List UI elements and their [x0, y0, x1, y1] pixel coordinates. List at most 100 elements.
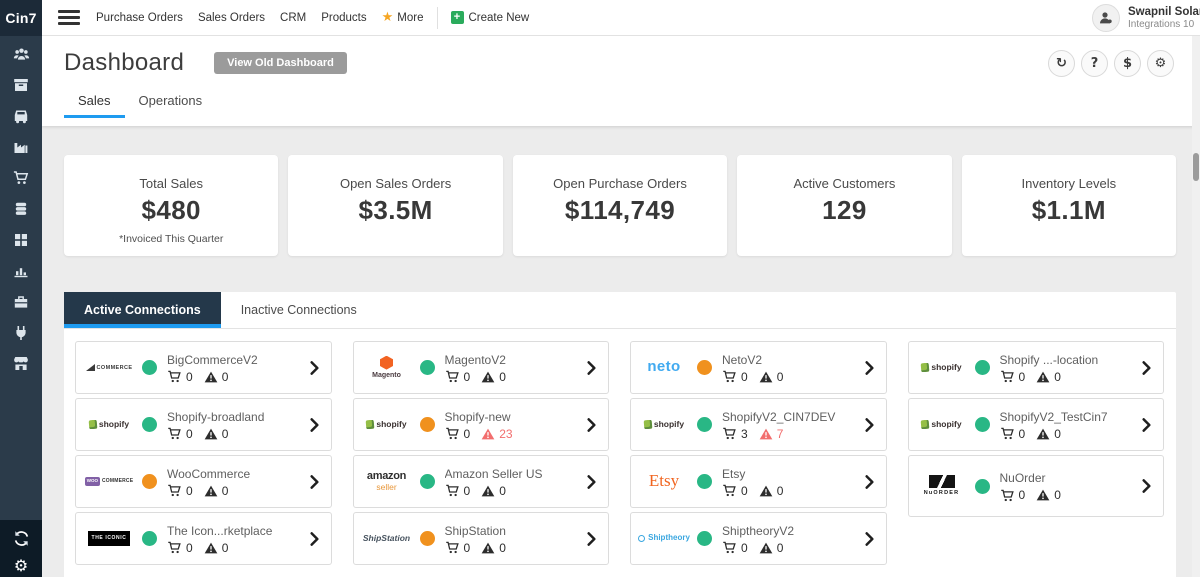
connection-card[interactable]: amazon seller Amazon Seller US 0 0	[353, 455, 610, 508]
refresh-icon: ↻	[1056, 56, 1067, 71]
user-menu[interactable]: Swapnil Solank Integrations 10	[1092, 0, 1200, 35]
kpi-label: Total Sales	[139, 176, 203, 191]
billing-button[interactable]: $	[1114, 50, 1141, 77]
sidebar: Cin7 ⚙	[0, 0, 42, 577]
sidebar-item-contacts[interactable]	[0, 39, 42, 69]
create-new-label: Create New	[469, 12, 530, 24]
status-dot	[697, 474, 712, 489]
header-actions: ↻ ? $ ⚙	[1048, 50, 1174, 77]
connection-name: MagentoV2	[445, 353, 582, 367]
cart-count: 0	[741, 484, 748, 498]
view-old-dashboard-button[interactable]: View Old Dashboard	[214, 52, 347, 74]
status-dot	[420, 474, 435, 489]
help-button[interactable]: ?	[1081, 50, 1108, 77]
connection-card[interactable]: COMMERCE BigCommerceV2 0 0	[75, 341, 332, 394]
tab-inactive-connections[interactable]: Inactive Connections	[221, 292, 377, 328]
chevron-right-icon	[1142, 418, 1151, 432]
connection-card[interactable]: WOO COMMERCE WooCommerce 0 0	[75, 455, 332, 508]
nav-purchase-orders[interactable]: Purchase Orders	[96, 12, 183, 24]
nav-crm[interactable]: CRM	[280, 12, 306, 24]
connection-name: The Icon...rketplace	[167, 524, 304, 538]
chevron-right-icon	[587, 475, 596, 489]
connections-panel: Active Connections Inactive Connections …	[64, 292, 1176, 577]
cart-count: 0	[186, 541, 193, 555]
brand-logo: WOO COMMERCE	[80, 477, 138, 487]
connection-name: ShipStation	[445, 524, 582, 538]
warning-icon	[1036, 428, 1050, 440]
warning-icon	[759, 542, 773, 554]
cart-count: 3	[741, 427, 748, 441]
connection-card[interactable]: Etsy Etsy 0 0	[630, 455, 887, 508]
cart-count: 0	[1019, 370, 1026, 384]
plug-icon	[13, 325, 29, 341]
warning-icon	[481, 485, 495, 497]
connection-name: Amazon Seller US	[445, 467, 582, 481]
sidebar-item-stock[interactable]	[0, 225, 42, 255]
sidebar-item-sales[interactable]	[0, 163, 42, 193]
chevron-right-icon	[310, 532, 319, 546]
alert-count: 0	[1054, 488, 1061, 502]
sidebar-item-sync[interactable]	[13, 527, 30, 549]
connection-card[interactable]: shopify Shopify-broadland 0 0	[75, 398, 332, 451]
connection-card[interactable]: shopify ShopifyV2_CIN7DEV 3 7	[630, 398, 887, 451]
tab-active-connections[interactable]: Active Connections	[64, 292, 221, 328]
refresh-button[interactable]: ↻	[1048, 50, 1075, 77]
sidebar-item-store[interactable]	[0, 349, 42, 379]
connections-grid: COMMERCE BigCommerceV2 0 0 Magento	[64, 329, 1176, 573]
connection-name: NuOrder	[1000, 471, 1137, 485]
sidebar-item-integrations[interactable]	[0, 318, 42, 348]
tab-sales[interactable]: Sales	[64, 87, 125, 118]
sidebar-item-production[interactable]	[0, 132, 42, 162]
scrollbar[interactable]	[1192, 36, 1200, 577]
connection-card[interactable]: Magento MagentoV2 0 0	[353, 341, 610, 394]
connection-name: ShopifyV2_CIN7DEV	[722, 410, 859, 424]
menu-icon[interactable]	[58, 10, 80, 25]
scrollbar-thumb[interactable]	[1193, 153, 1199, 181]
connection-card[interactable]: NuORDER NuOrder 0 0	[908, 455, 1165, 517]
connection-card[interactable]: shopify Shopify-new 0 23	[353, 398, 610, 451]
alert-count: 0	[499, 484, 506, 498]
brand-logo: shopify	[635, 420, 693, 429]
create-new-button[interactable]: + Create New	[451, 11, 530, 24]
warning-icon	[759, 485, 773, 497]
tab-operations[interactable]: Operations	[125, 87, 217, 118]
connection-name: NetoV2	[722, 353, 859, 367]
top-navbar: Purchase Orders Sales Orders CRM Product…	[42, 0, 1200, 36]
nav-sales-orders[interactable]: Sales Orders	[198, 12, 265, 24]
chevron-right-icon	[310, 418, 319, 432]
sidebar-item-reports[interactable]	[0, 256, 42, 286]
cart-icon	[445, 370, 460, 383]
chevron-right-icon	[865, 418, 874, 432]
cart-icon	[13, 170, 29, 186]
avatar[interactable]	[1092, 4, 1120, 32]
sidebar-item-jobs[interactable]	[0, 287, 42, 317]
connection-card[interactable]: THE ICONIC The Icon...rketplace 0 0	[75, 512, 332, 565]
sidebar-item-shipping[interactable]	[0, 101, 42, 131]
connection-name: BigCommerceV2	[167, 353, 304, 367]
connection-card[interactable]: ShipStation ShipStation 0 0	[353, 512, 610, 565]
connection-card[interactable]: Shiptheory ShiptheoryV2 0 0	[630, 512, 887, 565]
warning-icon	[759, 428, 773, 440]
connection-card[interactable]: neto NetoV2 0 0	[630, 341, 887, 394]
app-logo[interactable]: Cin7	[0, 0, 42, 36]
brand-logo: shopify	[80, 420, 138, 429]
connection-card[interactable]: shopify Shopify ...-location 0 0	[908, 341, 1165, 394]
chevron-right-icon	[1142, 479, 1151, 493]
kpi-value: $3.5M	[358, 195, 432, 226]
sync-icon	[13, 530, 30, 547]
status-dot	[975, 417, 990, 432]
chevron-right-icon	[865, 475, 874, 489]
nav-products[interactable]: Products	[321, 12, 366, 24]
status-dot	[142, 474, 157, 489]
sidebar-item-settings[interactable]: ⚙	[14, 555, 28, 577]
connection-card[interactable]: shopify ShopifyV2_TestCin7 0 0	[908, 398, 1165, 451]
sidebar-bottom: ⚙	[0, 520, 42, 577]
kpi-open-purchase-orders: Open Purchase Orders $114,749	[513, 155, 727, 256]
status-dot	[975, 479, 990, 494]
sidebar-item-accounting[interactable]	[0, 194, 42, 224]
cart-count: 0	[464, 484, 471, 498]
settings-button[interactable]: ⚙	[1147, 50, 1174, 77]
main-content: Total Sales $480 *Invoiced This Quarter …	[42, 126, 1200, 577]
more-menu[interactable]: ★ More	[382, 11, 424, 24]
sidebar-item-products[interactable]	[0, 70, 42, 100]
